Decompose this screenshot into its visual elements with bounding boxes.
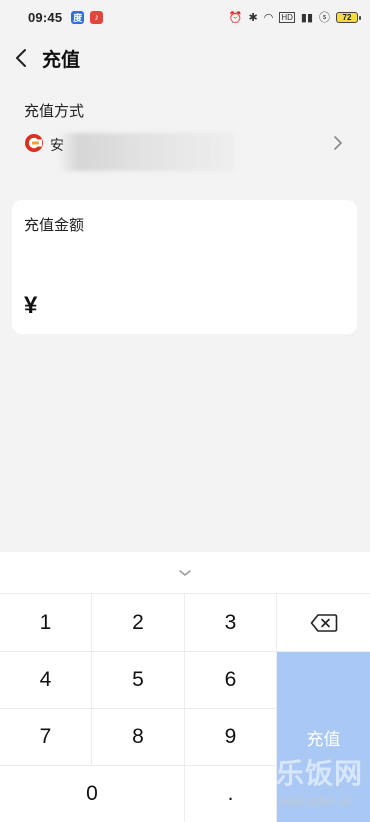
amount-card[interactable]: 充值金额 ¥ (12, 200, 357, 334)
key-7[interactable]: 7 (0, 709, 92, 766)
page-title: 充值 (42, 49, 81, 71)
bank-logo-icon (25, 134, 43, 152)
red-app-icon: ♪ (90, 10, 104, 24)
header: 充值 (0, 34, 370, 82)
currency-symbol: ¥ (24, 292, 38, 319)
bank-card-selector[interactable]: 安 (24, 133, 354, 171)
vpn-icon: ⓢ (319, 12, 330, 24)
backspace-icon (310, 613, 337, 632)
key-1[interactable]: 1 (0, 594, 92, 652)
delete-button[interactable] (277, 594, 370, 652)
recharge-submit-button[interactable]: 充值 (277, 652, 370, 822)
status-time: 09:45 (28, 9, 63, 25)
hd-icon: HD (279, 11, 295, 23)
key-decimal-point[interactable]: . (185, 766, 277, 822)
masked-card-info (58, 133, 234, 171)
key-3[interactable]: 3 (185, 594, 277, 652)
bluetooth-icon: ✱ (248, 11, 258, 24)
key-8[interactable]: 8 (92, 709, 185, 766)
keypad-grid: 1 2 3 4 5 6 7 8 9 0 . 充值 (0, 594, 370, 822)
back-arrow-icon[interactable] (14, 48, 30, 68)
amount-label: 充值金额 (24, 217, 85, 234)
chevron-right-icon (334, 136, 342, 150)
recharge-method-section: 充值方式 安 (24, 100, 354, 171)
key-6[interactable]: 6 (185, 652, 277, 709)
signal-icon: ▮▮ (300, 11, 313, 24)
key-9[interactable]: 9 (185, 709, 277, 766)
status-right: ⏰ ✱ ◠ HD ▮▮ ⓢ 72 (228, 9, 361, 25)
numeric-keypad: 1 2 3 4 5 6 7 8 9 0 . 充值 (0, 552, 370, 822)
key-4[interactable]: 4 (0, 652, 92, 709)
key-0[interactable]: 0 (0, 766, 185, 822)
collapse-keyboard-button[interactable] (0, 552, 370, 594)
chevron-down-icon (179, 569, 191, 576)
status-bar: 09:45 度 ♪ ⏰ ✱ ◠ HD ▮▮ ⓢ 72 (0, 0, 370, 34)
key-5[interactable]: 5 (92, 652, 185, 709)
battery-icon: 72 (336, 11, 361, 23)
alarm-icon: ⏰ (228, 11, 243, 24)
baidu-app-icon: 度 (71, 10, 85, 24)
key-2[interactable]: 2 (92, 594, 185, 652)
recharge-method-label: 充值方式 (24, 103, 85, 120)
wifi-icon: ◠ (263, 11, 274, 24)
